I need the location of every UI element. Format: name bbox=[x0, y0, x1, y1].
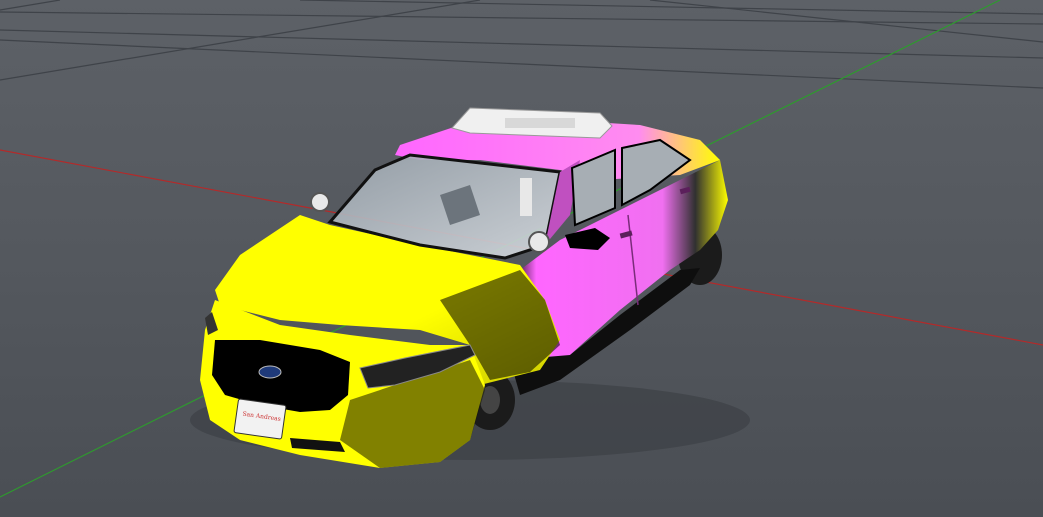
spotlight-left bbox=[310, 192, 330, 212]
ground-grid bbox=[0, 0, 1043, 89]
spotlight-right bbox=[528, 231, 550, 253]
scene-canvas[interactable]: San Andreas bbox=[0, 0, 1043, 517]
3d-viewport[interactable]: San Andreas bbox=[0, 0, 1043, 517]
car-model[interactable]: San Andreas bbox=[190, 107, 750, 468]
lightbar-segment bbox=[505, 118, 575, 128]
license-plate: San Andreas bbox=[233, 398, 287, 440]
brand-emblem bbox=[258, 365, 282, 379]
interior-light bbox=[520, 178, 532, 216]
